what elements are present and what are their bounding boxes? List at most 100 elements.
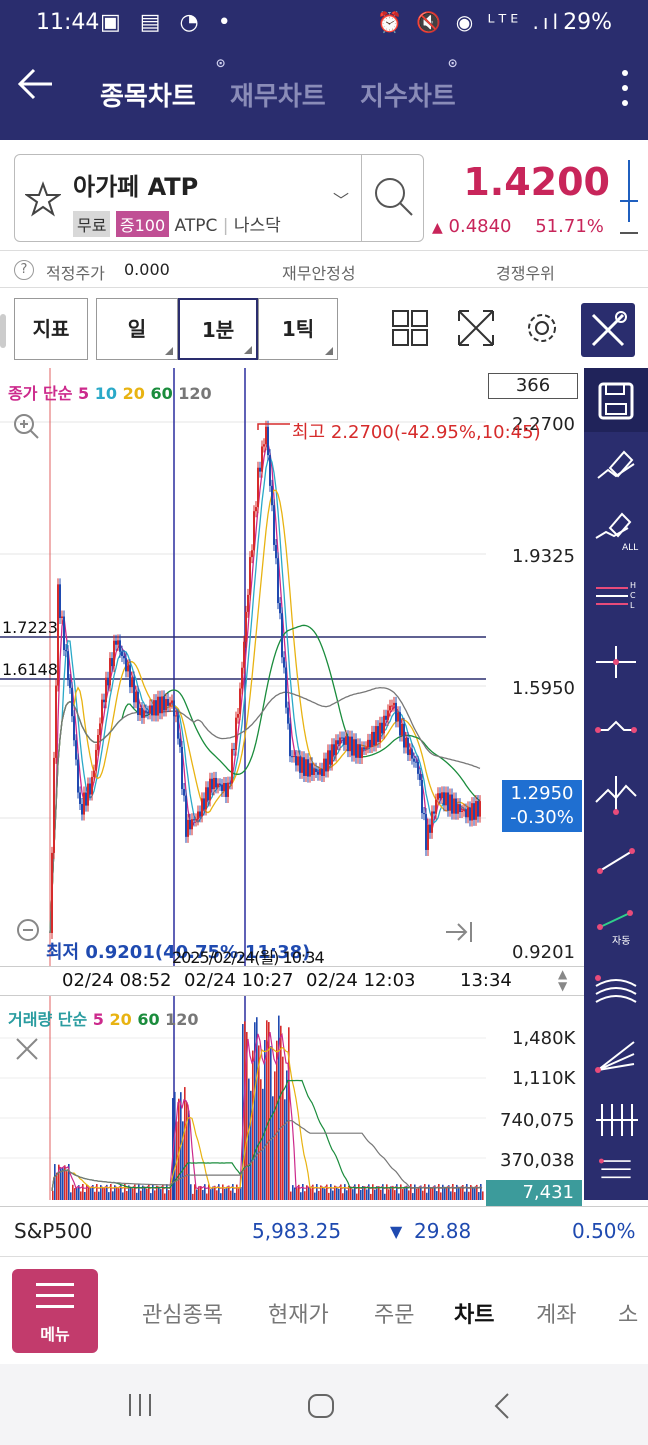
- candle-body: [321, 768, 323, 776]
- home-icon[interactable]: [306, 1392, 336, 1420]
- down-arrow-icon: ▼: [390, 1222, 403, 1241]
- candle-body: [327, 750, 329, 772]
- volume-bar: [136, 1192, 138, 1200]
- candle-body: [329, 750, 331, 765]
- candle-body: [155, 700, 157, 716]
- favorite-star-icon[interactable]: [25, 181, 61, 217]
- scroll-to-end-icon[interactable]: [442, 918, 476, 946]
- volume-bar: [432, 1187, 434, 1200]
- candle-body: [419, 773, 421, 781]
- candle-body: [441, 792, 443, 799]
- pin-icon: ⊙: [215, 56, 226, 70]
- candle-body: [367, 739, 369, 748]
- back-arrow-icon[interactable]: [16, 64, 56, 104]
- change-value: 0.4840: [448, 216, 512, 237]
- fibonacci-button[interactable]: [584, 1148, 648, 1212]
- stock-selector[interactable]: 아가페 ATP ﹀ 무료 증100 ATPC | 나스닥: [14, 154, 424, 242]
- menu-button[interactable]: 메뉴: [12, 1269, 98, 1353]
- candle-body: [103, 699, 105, 703]
- volume-bar: [294, 1187, 296, 1200]
- candle-body: [343, 737, 345, 745]
- erase-all-icon: ALL: [595, 512, 638, 553]
- eraser-button[interactable]: [584, 432, 648, 496]
- more-menu-icon[interactable]: [622, 70, 628, 115]
- back-nav-icon[interactable]: [492, 1392, 512, 1420]
- candle-body: [415, 761, 417, 763]
- period-day-button[interactable]: 일: [96, 298, 178, 360]
- candle-body: [383, 715, 385, 734]
- candle-body: [315, 768, 317, 772]
- candle-body: [443, 792, 445, 806]
- drawing-tools-button[interactable]: [581, 303, 635, 357]
- candle-body: [435, 799, 437, 814]
- help-icon[interactable]: ?: [14, 260, 34, 280]
- tab-stock-chart[interactable]: 종목차트: [100, 76, 196, 113]
- candle-body: [115, 640, 117, 645]
- volume-bar: [322, 1187, 324, 1200]
- indicator-button[interactable]: 지표: [14, 298, 88, 360]
- candle-body: [205, 787, 207, 810]
- volume-bar: [222, 1184, 224, 1200]
- candle-body: [91, 776, 93, 795]
- nav-watchlist[interactable]: 관심종목: [142, 1297, 223, 1329]
- candle-body: [445, 792, 447, 806]
- period-1tick-button[interactable]: 1틱: [258, 298, 338, 360]
- volume-bar: [184, 1087, 186, 1200]
- volume-bar: [478, 1192, 480, 1200]
- volume-bar: [446, 1187, 448, 1200]
- fan-tool-button[interactable]: [584, 1024, 648, 1088]
- vertical-line-button[interactable]: [584, 762, 648, 826]
- arc-tool-button[interactable]: [584, 960, 648, 1024]
- candle-body: [63, 616, 65, 651]
- nav-current-price[interactable]: 현재가: [268, 1297, 329, 1329]
- volume-bar: [280, 1025, 282, 1200]
- drawer-handle[interactable]: [0, 314, 6, 348]
- settings-gear-icon[interactable]: [522, 308, 562, 348]
- candle-body: [53, 757, 55, 853]
- volume-bar: [464, 1191, 466, 1200]
- nav-more[interactable]: 소: [618, 1297, 638, 1329]
- crosshair-line-button[interactable]: [584, 630, 648, 694]
- bar-count-box[interactable]: 366: [488, 373, 578, 399]
- volume-bar: [372, 1184, 374, 1200]
- financial-stability-link[interactable]: 재무안정성: [282, 260, 356, 284]
- nav-order[interactable]: 주문: [374, 1297, 414, 1329]
- price-legend: 종가 단순 5 10 20 60 120: [8, 384, 212, 403]
- tab-index-chart[interactable]: ⊙ 지수차트: [360, 56, 458, 113]
- candle-body: [213, 777, 215, 790]
- period-lines-button[interactable]: [584, 1088, 648, 1152]
- fullscreen-icon[interactable]: [456, 308, 496, 348]
- auto-trendline-button[interactable]: 자동: [584, 894, 648, 958]
- volume-bar: [364, 1186, 366, 1200]
- hlc-line-button[interactable]: H C L: [584, 564, 648, 628]
- volume-bar: [460, 1187, 462, 1200]
- trendline-button[interactable]: [584, 828, 648, 892]
- erase-all-button[interactable]: ALL: [584, 498, 648, 562]
- competitive-advantage-link[interactable]: 경쟁우위: [496, 260, 555, 284]
- candle-body: [377, 726, 379, 742]
- chevron-down-icon[interactable]: ﹀: [333, 187, 349, 211]
- period-1min-button[interactable]: 1분: [178, 298, 258, 360]
- candle-body: [147, 711, 149, 714]
- layout-grid-icon[interactable]: [390, 308, 430, 348]
- nav-chart[interactable]: 차트: [454, 1297, 494, 1329]
- x-axis-scroll-icon[interactable]: ▲ ▼: [558, 968, 567, 992]
- candle-body: [345, 736, 347, 745]
- index-ticker-bar[interactable]: S&P500 5,983.25 ▼ 29.88 0.50%: [0, 1206, 648, 1256]
- zoom-in-icon[interactable]: [12, 412, 40, 440]
- save-drawing-button[interactable]: [584, 368, 648, 432]
- search-button[interactable]: [361, 155, 425, 241]
- candle-body: [413, 758, 415, 762]
- candle-body: [289, 723, 291, 757]
- zoom-out-icon[interactable]: [14, 916, 42, 944]
- price-chart[interactable]: [0, 368, 585, 1200]
- tab-finance-chart[interactable]: ⊙ 재무차트: [216, 56, 326, 113]
- horizontal-line-button[interactable]: [584, 696, 648, 760]
- close-volume-icon[interactable]: [14, 1036, 40, 1062]
- recent-apps-icon[interactable]: [126, 1392, 154, 1418]
- current-price-marker: 1.2950 -0.30%: [502, 780, 582, 832]
- volume-bar: [336, 1186, 338, 1200]
- candle-body: [137, 691, 139, 715]
- nav-account[interactable]: 계좌: [536, 1297, 576, 1329]
- volume-bar: [190, 1184, 192, 1200]
